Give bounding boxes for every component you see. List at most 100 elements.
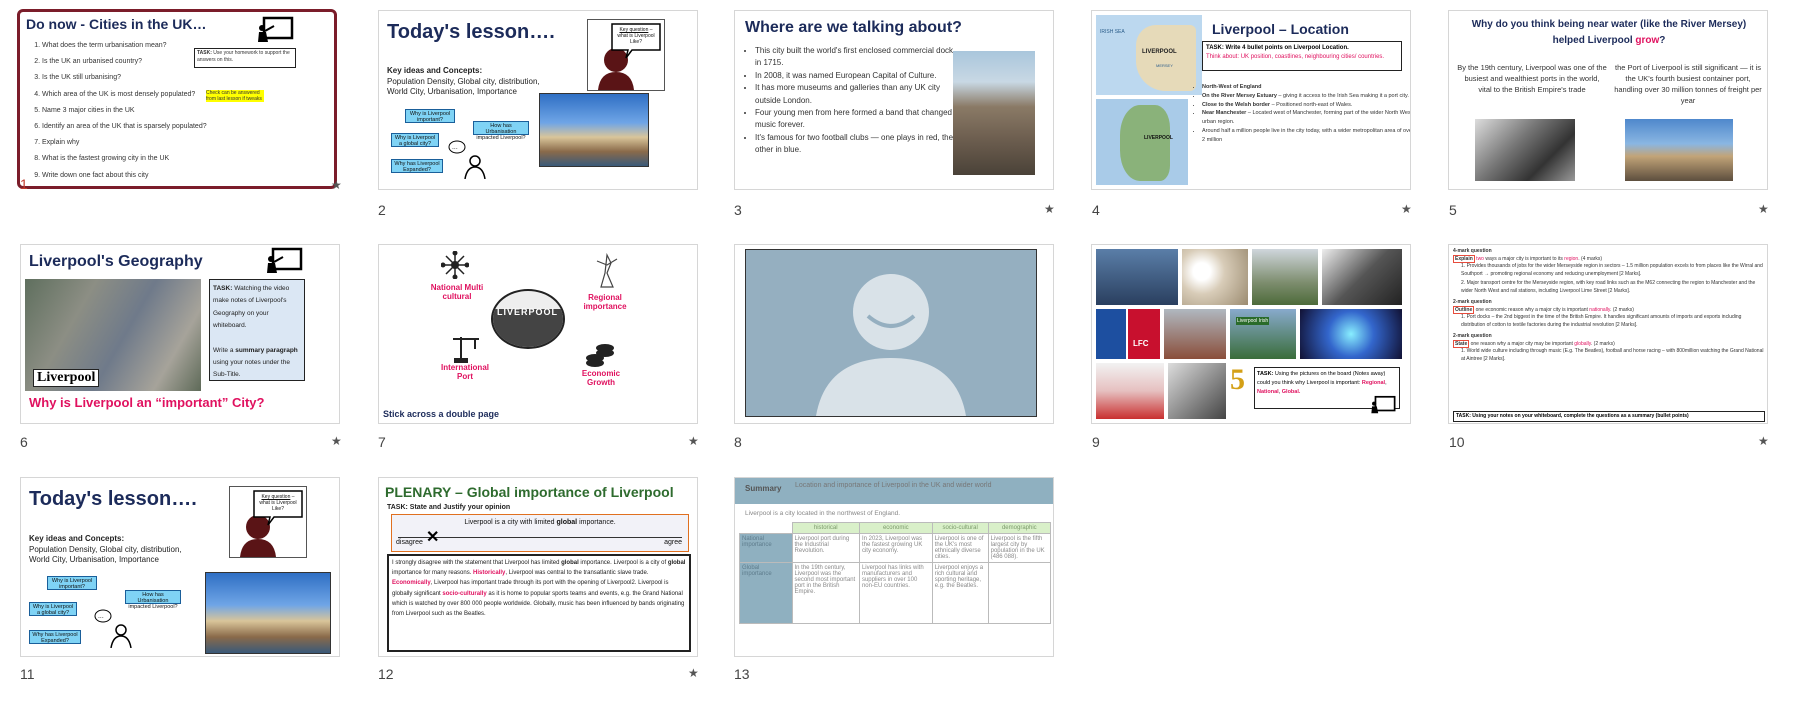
student-silhouette: Key question – what is Liverpool Like?	[587, 19, 665, 91]
key-ideas-heading: Key ideas and Concepts:	[387, 66, 483, 75]
svg-text:...: ...	[452, 144, 458, 151]
slide-title: Why do you think being near water (like …	[1471, 19, 1747, 46]
task-box: TASK: Write 4 bullet points on Liverpool…	[1202, 41, 1402, 71]
scale-disagree: disagree	[396, 539, 423, 546]
question-box: How has Urbanisation impacted Liverpool?	[473, 121, 529, 141]
list-item: It's famous for two football clubs — one…	[755, 132, 955, 157]
task-box: TASK: Use your homework to support the a…	[194, 48, 296, 68]
list-item: Write down one fact about this city	[42, 168, 222, 184]
map-label: MERSEY	[1156, 63, 1173, 68]
task-text: TASK: State and Justify your opinion	[387, 504, 511, 511]
question-box: Why is Liverpool important?	[47, 576, 97, 590]
statue-icon	[596, 253, 618, 288]
industrial-photo	[1168, 363, 1226, 419]
slide-thumbnail-2[interactable]: Today's lesson…. Key ideas and Concepts:…	[378, 10, 698, 190]
thinking-person-icon: ...	[448, 140, 486, 179]
liverpool-waterfront-photo	[539, 93, 649, 167]
list-item: Four young men from here formed a band t…	[755, 107, 955, 132]
concept-label: Economic Growth	[581, 369, 621, 388]
question-box: Why is Liverpool a global city?	[29, 602, 77, 616]
five-icon: 5	[1230, 363, 1245, 396]
opinion-scale: Liverpool is a city with limited global …	[391, 514, 689, 552]
slide-thumbnail-8[interactable]	[734, 244, 1054, 424]
slide-thumbnail-4[interactable]: IRISH SEA LIVERPOOL MERSEY LIVERPOOL Liv…	[1091, 10, 1411, 190]
slide-title: Do now - Cities in the UK…	[26, 16, 207, 32]
star-icon[interactable]: ★	[331, 434, 342, 448]
slide-thumbnail-13[interactable]: Summary Location and importance of Liver…	[734, 477, 1054, 657]
slide-thumbnail-6[interactable]: Liverpool's Geography Liverpool TASK: Wa…	[20, 244, 340, 424]
slide-number: 6	[20, 434, 28, 450]
star-icon[interactable]: ★	[1401, 202, 1412, 216]
whiteboard-icon	[1371, 395, 1396, 414]
star-icon[interactable]: ★	[1758, 434, 1769, 448]
highlight-note: Check can be answered from last lesson i…	[206, 90, 264, 102]
beatles-photo	[1322, 249, 1402, 305]
table-row: Global importance In the 19th century, L…	[739, 562, 1052, 624]
list-item: Which area of the UK is most densely pop…	[42, 87, 222, 103]
cotton-photo	[1182, 249, 1248, 305]
slide-thumbnail-9[interactable]: LFC Liverpool Irish 5 TASK: Using the pi…	[1091, 244, 1411, 424]
coins-icon	[586, 344, 614, 367]
slide-number: 8	[734, 434, 742, 450]
student-silhouette: Key question – what is Liverpool Like?	[229, 486, 307, 558]
list-item: North-West of England	[1202, 83, 1410, 92]
concept-label: International Port	[440, 363, 489, 382]
summary-intro: Liverpool is a city located in the north…	[745, 510, 901, 517]
slide-thumbnail-3[interactable]: Where are we talking about? This city bu…	[734, 10, 1054, 190]
list-item: Identify an area of the UK that is spars…	[42, 119, 222, 135]
list-item: This city built the world's first enclos…	[755, 45, 955, 70]
world-map-photo	[1096, 363, 1164, 419]
star-icon[interactable]: ★	[688, 434, 699, 448]
list-item: Around half a million people live in the…	[1202, 127, 1410, 145]
slide-thumbnail-1[interactable]: Do now - Cities in the UK… What does the…	[17, 9, 337, 189]
question-list: What does the term urbanisation mean? Is…	[26, 38, 222, 184]
star-icon[interactable]: ★	[331, 178, 342, 192]
modern-port-photo	[1625, 119, 1733, 181]
star-icon[interactable]: ★	[1044, 202, 1055, 216]
video-placeholder	[745, 249, 1037, 417]
slide-thumbnail-11[interactable]: Today's lesson…. Key ideas and Concepts:…	[20, 477, 340, 657]
slide-thumbnail-12[interactable]: PLENARY – Global importance of Liverpool…	[378, 477, 698, 657]
slide-number: 4	[1092, 202, 1100, 218]
liverpool-logo: LIVERPOOL	[491, 289, 565, 349]
festival-photo: Liverpool Irish	[1230, 309, 1296, 359]
think-text: Think about: UK position, coastlines, ne…	[1206, 53, 1385, 60]
liverpool-waterfront-photo	[205, 572, 331, 654]
opinion-paragraph: I strongly disagree with the statement t…	[387, 554, 691, 652]
star-icon[interactable]: ★	[688, 666, 699, 680]
scale-agree: agree	[664, 539, 682, 546]
molecule-icon	[441, 251, 469, 279]
slide-number: 3	[734, 202, 742, 218]
slide-thumbnail-10[interactable]: 4-mark question Explain two ways a major…	[1448, 244, 1768, 424]
task-box: TASK: Using your notes on your whiteboar…	[1453, 411, 1765, 422]
key-ideas-text: Population Density, Global city, distrib…	[387, 77, 540, 96]
slide-title: Today's lesson….	[29, 488, 197, 510]
slide-number: 2	[378, 202, 386, 218]
slide-thumbnail-7[interactable]: National Multi cultural Regional importa…	[378, 244, 698, 424]
question-box: Why has Liverpool Expanded?	[29, 630, 81, 644]
key-question: Why is Liverpool an “important” City?	[29, 395, 265, 410]
star-icon[interactable]: ★	[1758, 202, 1769, 216]
location-points: North-West of England On the River Merse…	[1190, 83, 1410, 145]
slide-number: 5	[1449, 202, 1457, 218]
location-map: IRISH SEA LIVERPOOL MERSEY	[1096, 15, 1202, 95]
racecourse-photo	[1252, 249, 1318, 305]
slide-title: PLENARY – Global importance of Liverpool	[385, 484, 674, 500]
list-item: Close to the Welsh border – Positioned n…	[1202, 101, 1410, 110]
uk-map: LIVERPOOL	[1096, 99, 1188, 185]
eurovision-photo	[1300, 309, 1402, 359]
slide-number: 13	[734, 666, 750, 682]
svg-text:...: ...	[98, 613, 104, 620]
exam-questions: 4-mark question Explain two ways a major…	[1453, 248, 1764, 362]
whiteboard-icon	[258, 16, 294, 42]
question-box: Why is Liverpool important?	[405, 109, 455, 123]
left-fact: By the 19th century, Liverpool was one o…	[1457, 63, 1607, 94]
summary-table: historical economic socio-cultural demog…	[739, 522, 1052, 624]
key-ideas-text: Population Density, Global city, distrib…	[29, 545, 182, 564]
map-label: LIVERPOOL	[1142, 49, 1177, 55]
crowd-photo	[1096, 249, 1178, 305]
slide-thumbnail-5[interactable]: Why do you think being near water (like …	[1448, 10, 1768, 190]
slide-title: Where are we talking about?	[745, 19, 962, 36]
summary-header: Summary Location and importance of Liver…	[735, 478, 1053, 504]
map-label: IRISH SEA	[1100, 29, 1125, 35]
